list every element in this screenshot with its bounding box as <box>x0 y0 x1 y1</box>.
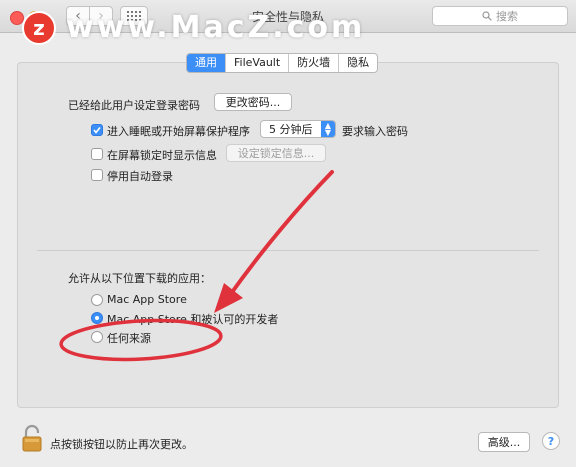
set-lock-message-button[interactable]: 设定锁定信息... <box>226 144 326 162</box>
radio-mac-app-store-label: Mac App Store <box>107 293 187 306</box>
search-icon <box>482 11 492 21</box>
watermark-text: www.MacZ.com <box>66 10 366 45</box>
show-lock-message-label: 在屏幕锁定时显示信息 <box>107 149 217 162</box>
checkmark-icon <box>93 127 101 134</box>
tab-firewall[interactable]: 防火墙 <box>288 54 338 72</box>
radio-identified-developers-label: Mac App Store 和被认可的开发者 <box>107 313 279 326</box>
radio-identified-developers[interactable] <box>91 312 103 324</box>
radio-anywhere[interactable] <box>91 331 103 343</box>
change-password-button[interactable]: 更改密码... <box>214 93 292 111</box>
require-password-suffix: 要求输入密码 <box>342 125 408 138</box>
require-password-label: 进入睡眠或开始屏幕保护程序 <box>107 125 250 138</box>
watermark-logo: z <box>22 10 56 45</box>
require-password-delay-value: 5 分钟后 <box>269 123 313 136</box>
lock-icon[interactable] <box>22 424 42 452</box>
show-lock-message-checkbox[interactable] <box>91 148 103 160</box>
radio-mac-app-store[interactable] <box>91 294 103 306</box>
password-status-label: 已经给此用户设定登录密码 <box>68 99 200 112</box>
search-field[interactable]: 搜索 <box>432 6 568 26</box>
search-placeholder: 搜索 <box>496 10 518 23</box>
download-apps-heading: 允许从以下位置下载的应用： <box>68 272 211 285</box>
require-password-delay-select[interactable]: 5 分钟后 ▲ ▼ <box>260 120 336 138</box>
radio-anywhere-label: 任何来源 <box>107 332 151 345</box>
tab-filevault[interactable]: FileVault <box>225 54 288 72</box>
advanced-button[interactable]: 高级... <box>478 432 530 452</box>
tab-general[interactable]: 通用 <box>187 54 225 72</box>
disable-auto-login-label: 停用自动登录 <box>107 170 173 183</box>
lock-hint-text: 点按锁按钮以防止再次更改。 <box>50 438 193 451</box>
general-panel <box>17 62 559 408</box>
updown-arrows-icon: ▲ ▼ <box>321 121 335 137</box>
disable-auto-login-checkbox[interactable] <box>91 169 103 181</box>
watermark: z www.MacZ.com <box>22 10 365 45</box>
require-password-checkbox[interactable] <box>91 124 103 136</box>
question-mark-icon: ? <box>547 434 555 448</box>
tab-bar: 通用 FileVault 防火墙 隐私 <box>186 53 379 73</box>
help-button[interactable]: ? <box>542 432 560 450</box>
tab-privacy[interactable]: 隐私 <box>338 54 377 72</box>
section-divider <box>37 250 539 251</box>
